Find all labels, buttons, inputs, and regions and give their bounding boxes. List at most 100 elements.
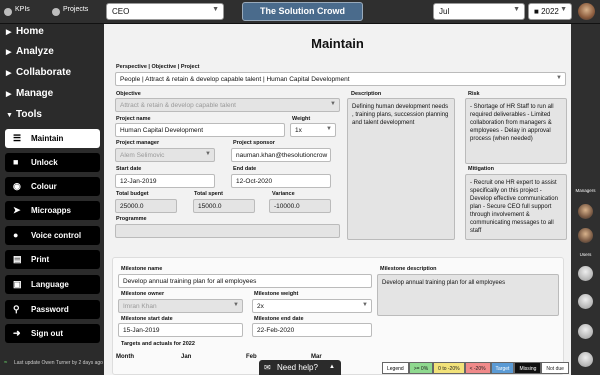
milestone-owner-select[interactable]: Imran Khan ▼ xyxy=(118,299,243,313)
user-avatar[interactable] xyxy=(578,294,593,309)
tool-voice-control[interactable]: ● Voice control xyxy=(5,226,100,245)
user-avatar[interactable] xyxy=(578,266,593,281)
managers-label: Managers xyxy=(575,188,596,193)
tool-colour[interactable]: ◉ Colour xyxy=(5,177,100,196)
caret-right-icon: ▶ xyxy=(6,70,12,77)
legend-item: Missing xyxy=(514,362,542,374)
tool-label: Microapps xyxy=(31,206,72,215)
perspective-label: Perspective | Objective | Project xyxy=(116,64,200,70)
milestone-weight-select[interactable]: 2x ▼ xyxy=(252,299,372,313)
tool-sign-out[interactable]: ➜ Sign out xyxy=(5,324,100,343)
milestone-weight-value: 2x xyxy=(257,303,264,310)
user-avatar[interactable] xyxy=(578,324,593,339)
mitigation-textarea[interactable]: - Recruit one HR expert to assist specif… xyxy=(465,174,567,240)
month-select[interactable]: Jul ▼ xyxy=(433,3,525,20)
milestone-start-input[interactable]: 15-Jan-2019 xyxy=(118,323,243,337)
nav-analyze[interactable]: ▶ Analyze xyxy=(6,46,54,57)
chevron-down-icon: ▼ xyxy=(556,75,562,81)
year-select-value: 2022 xyxy=(541,7,559,16)
kpis-toggle[interactable] xyxy=(4,8,12,16)
nav-label: Analyze xyxy=(16,46,54,57)
chevron-up-icon: ▲ xyxy=(329,364,335,370)
tool-unlock[interactable]: ■ Unlock xyxy=(5,153,100,172)
microphone-icon: ● xyxy=(13,230,19,240)
users-label: Users xyxy=(579,252,592,257)
tool-print[interactable]: ▤ Print xyxy=(5,250,100,269)
kpis-label: KPIs xyxy=(15,6,30,13)
project-manager-select[interactable]: Alem Selimovic ▼ xyxy=(115,148,215,162)
chevron-down-icon: ▼ xyxy=(362,302,368,308)
tool-label: Maintain xyxy=(31,134,64,143)
month-select-value: Jul xyxy=(439,7,450,16)
legend-item: Target xyxy=(490,362,515,374)
last-update-status: Last update Owen Turner by 2 days ago xyxy=(14,360,103,366)
tool-label: Colour xyxy=(31,182,57,191)
milestone-name-input[interactable]: Develop annual training plan for all emp… xyxy=(118,274,372,288)
tool-label: Password xyxy=(31,305,69,314)
milestone-description-label: Milestone description xyxy=(380,266,437,272)
chat-icon: ✉ xyxy=(264,363,271,372)
milestone-start-label: Milestone start date xyxy=(121,316,173,322)
user-avatar[interactable] xyxy=(578,3,595,20)
weight-select[interactable]: 1x ▼ xyxy=(290,123,336,137)
nav-tools[interactable]: ▼ Tools xyxy=(6,109,42,120)
sliders-icon: ☰ xyxy=(13,133,22,143)
objective-label: Objective xyxy=(116,91,141,97)
unlock-icon: ■ xyxy=(13,157,19,167)
milestone-end-input[interactable]: 22-Feb-2020 xyxy=(252,323,372,337)
tool-label: Voice control xyxy=(31,231,82,240)
programme-label: Programme xyxy=(116,216,147,222)
milestone-description-textarea[interactable]: Develop annual training plan for all emp… xyxy=(377,274,559,316)
nav-label: Manage xyxy=(16,88,54,99)
tool-label: Language xyxy=(31,280,69,289)
total-spent-value: 15000.0 xyxy=(193,199,255,213)
end-date-input[interactable]: 12-Oct-2020 xyxy=(231,174,331,188)
manager-avatar[interactable] xyxy=(578,228,593,243)
objective-select[interactable]: Attract & retain & develop capable talen… xyxy=(115,98,340,112)
wifi-icon: ≈ xyxy=(4,360,8,366)
total-spent-label: Total spent xyxy=(194,191,223,197)
user-avatar[interactable] xyxy=(578,352,593,367)
org-select[interactable]: CEO ▼ xyxy=(106,3,224,20)
start-date-input[interactable]: 12-Jan-2019 xyxy=(115,174,215,188)
tool-label: Sign out xyxy=(31,329,63,338)
tool-password[interactable]: ⚲ Password xyxy=(5,300,100,319)
chevron-down-icon: ▼ xyxy=(326,126,332,132)
milestone-end-label: Milestone end date xyxy=(254,316,304,322)
year-select[interactable]: ■ 2022 ▼ xyxy=(528,3,572,20)
caret-right-icon: ▶ xyxy=(6,49,12,56)
right-bar: Managers Users xyxy=(571,24,600,375)
programme-input[interactable] xyxy=(115,224,340,238)
caret-right-icon: ▶ xyxy=(6,29,12,36)
chevron-down-icon: ▼ xyxy=(513,6,520,13)
tool-language[interactable]: ▣ Language xyxy=(5,275,100,294)
caret-right-icon: ▶ xyxy=(6,91,12,98)
page-title: Maintain xyxy=(311,36,364,51)
projects-toggle[interactable] xyxy=(52,8,60,16)
calendar-icon: ■ xyxy=(534,7,539,16)
milestone-weight-label: Milestone weight xyxy=(254,291,299,297)
perspective-select[interactable]: People | Attract & retain & develop capa… xyxy=(115,72,566,86)
tool-microapps[interactable]: ➤ Microapps xyxy=(5,201,100,220)
nav-label: Collaborate xyxy=(16,67,72,78)
need-help-button[interactable]: ✉ Need help? ▲ xyxy=(259,360,341,375)
nav-home[interactable]: ▶ Home xyxy=(6,26,44,37)
chevron-down-icon: ▼ xyxy=(212,6,219,13)
risk-textarea[interactable]: - Shortage of HR Staff to run all requir… xyxy=(465,98,567,164)
top-bar: KPIs Projects CEO ▼ The Solution Crowd J… xyxy=(0,0,600,24)
milestone-owner-label: Milestone owner xyxy=(121,291,165,297)
total-budget-label: Total budget xyxy=(116,191,149,197)
description-textarea[interactable]: Defining human development needs , train… xyxy=(347,98,455,240)
nav-collaborate[interactable]: ▶ Collaborate xyxy=(6,67,71,78)
manager-avatar[interactable] xyxy=(578,204,593,219)
caret-down-icon: ▼ xyxy=(6,112,13,119)
legend-item: >= 0% xyxy=(408,362,434,374)
legend-title: Legend xyxy=(382,362,409,374)
project-sponsor-input[interactable]: nauman.khan@thesolutioncrow xyxy=(231,148,331,162)
tool-maintain[interactable]: ☰ Maintain xyxy=(5,129,100,148)
legend-item: 0 to -20% xyxy=(433,362,465,374)
project-name-input[interactable]: Human Capital Development xyxy=(115,123,285,137)
nav-manage[interactable]: ▶ Manage xyxy=(6,88,53,99)
main-panel: Maintain Perspective | Objective | Proje… xyxy=(104,24,571,375)
start-date-label: Start date xyxy=(116,166,142,172)
